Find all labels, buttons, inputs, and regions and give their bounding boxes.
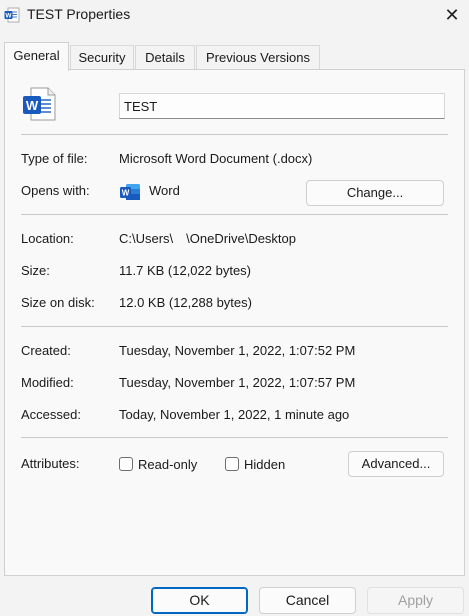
apply-button[interactable]: Apply: [367, 587, 464, 614]
tab-previous-versions[interactable]: Previous Versions: [196, 45, 320, 69]
tab-security[interactable]: Security: [70, 45, 134, 69]
opens-with-value: Word: [149, 183, 180, 198]
accessed-value: Today, November 1, 2022, 1 minute ago: [119, 407, 350, 422]
modified-value: Tuesday, November 1, 2022, 1:07:57 PM: [119, 375, 356, 390]
close-icon[interactable]: ✕: [440, 4, 464, 26]
cancel-button[interactable]: Cancel: [259, 587, 356, 614]
tab-details[interactable]: Details: [135, 45, 195, 69]
size-on-disk-label: Size on disk:: [21, 295, 95, 310]
advanced-button[interactable]: Advanced...: [348, 451, 444, 477]
change-button[interactable]: Change...: [306, 180, 444, 206]
size-on-disk-value: 12.0 KB (12,288 bytes): [119, 295, 252, 310]
word-app-icon: W: [120, 184, 140, 200]
hidden-label: Hidden: [244, 457, 286, 472]
accessed-label: Accessed:: [21, 407, 81, 422]
word-app-icon: W: [4, 7, 20, 23]
created-label: Created:: [21, 343, 71, 358]
word-document-icon: W: [23, 87, 56, 121]
ok-button[interactable]: OK: [151, 587, 248, 614]
opens-with-label: Opens with:: [21, 183, 90, 198]
attributes-label: Attributes:: [21, 456, 80, 471]
tab-general[interactable]: General: [4, 42, 69, 71]
readonly-checkbox[interactable]: [119, 457, 133, 471]
readonly-label: Read-only: [138, 457, 198, 472]
separator: [21, 326, 448, 327]
hidden-checkbox[interactable]: [225, 457, 239, 471]
location-value: C:\Users\ \OneDrive\Desktop: [119, 231, 297, 246]
separator: [21, 437, 448, 438]
file-name-input[interactable]: [119, 93, 445, 119]
svg-text:W: W: [5, 13, 12, 20]
size-value: 11.7 KB (12,022 bytes): [119, 263, 252, 278]
location-label: Location:: [21, 231, 74, 246]
created-value: Tuesday, November 1, 2022, 1:07:52 PM: [119, 343, 356, 358]
general-panel: W Type of file: Microsoft Word Document …: [4, 69, 465, 576]
svg-text:W: W: [122, 189, 130, 198]
svg-text:W: W: [26, 98, 39, 113]
type-value: Microsoft Word Document (.docx): [119, 151, 313, 166]
title-bar: W TEST Properties ✕: [0, 0, 469, 30]
separator: [21, 214, 448, 215]
window-title: TEST Properties: [27, 6, 131, 22]
size-label: Size:: [21, 263, 50, 278]
modified-label: Modified:: [21, 375, 74, 390]
type-label: Type of file:: [21, 151, 88, 166]
separator: [21, 134, 448, 135]
